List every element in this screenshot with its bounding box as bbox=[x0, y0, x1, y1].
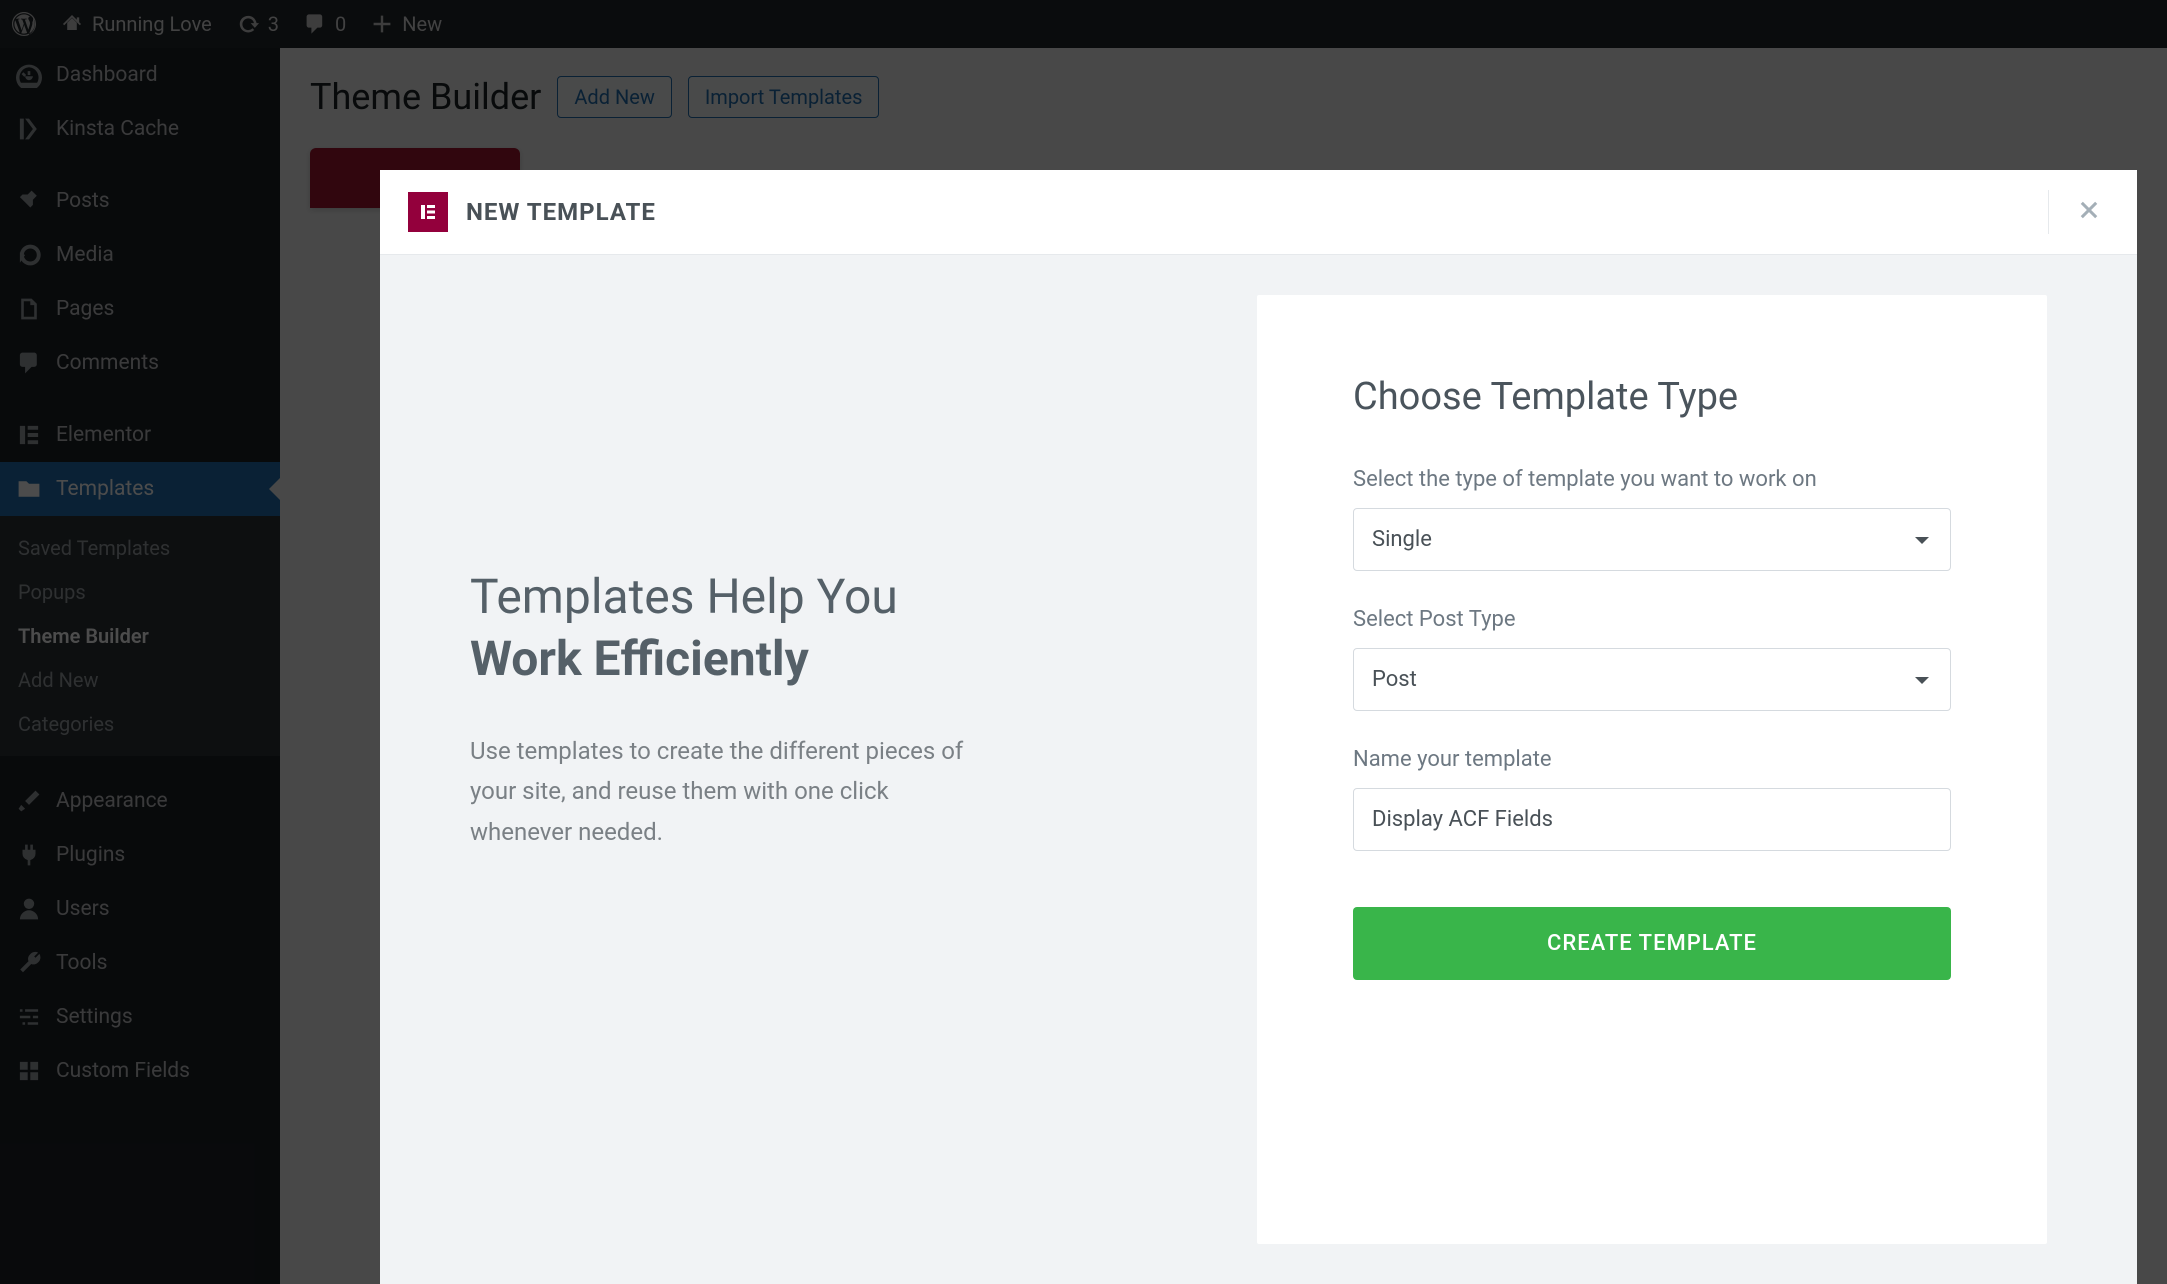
new-template-modal: NEW TEMPLATE Templates Help You Work Eff… bbox=[380, 170, 2137, 1284]
modal-header: NEW TEMPLATE bbox=[380, 170, 2137, 255]
modal-form: Choose Template Type Select the type of … bbox=[1257, 295, 2047, 1244]
template-type-select-wrap: Single bbox=[1353, 508, 1951, 571]
template-type-label: Select the type of template you want to … bbox=[1353, 467, 1951, 492]
post-type-label: Select Post Type bbox=[1353, 607, 1951, 632]
template-type-select[interactable]: Single bbox=[1353, 508, 1951, 571]
modal-headline: Templates Help You Work Efficiently bbox=[470, 566, 1197, 691]
create-template-button[interactable]: CREATE TEMPLATE bbox=[1353, 907, 1951, 980]
divider bbox=[2048, 190, 2049, 234]
template-name-label: Name your template bbox=[1353, 747, 1951, 772]
modal-description: Use templates to create the different pi… bbox=[470, 731, 990, 853]
modal-left-panel: Templates Help You Work Efficiently Use … bbox=[470, 295, 1197, 1244]
headline-line1: Templates Help You bbox=[470, 568, 898, 625]
modal-body: Templates Help You Work Efficiently Use … bbox=[380, 255, 2137, 1284]
template-name-input[interactable] bbox=[1353, 788, 1951, 851]
modal-close-button[interactable] bbox=[2069, 190, 2109, 234]
form-title: Choose Template Type bbox=[1353, 375, 1951, 419]
elementor-logo-icon bbox=[408, 192, 448, 232]
post-type-select[interactable]: Post bbox=[1353, 648, 1951, 711]
close-icon bbox=[2077, 198, 2101, 222]
headline-line2: Work Efficiently bbox=[470, 628, 1197, 690]
post-type-select-wrap: Post bbox=[1353, 648, 1951, 711]
modal-title: NEW TEMPLATE bbox=[466, 198, 656, 226]
